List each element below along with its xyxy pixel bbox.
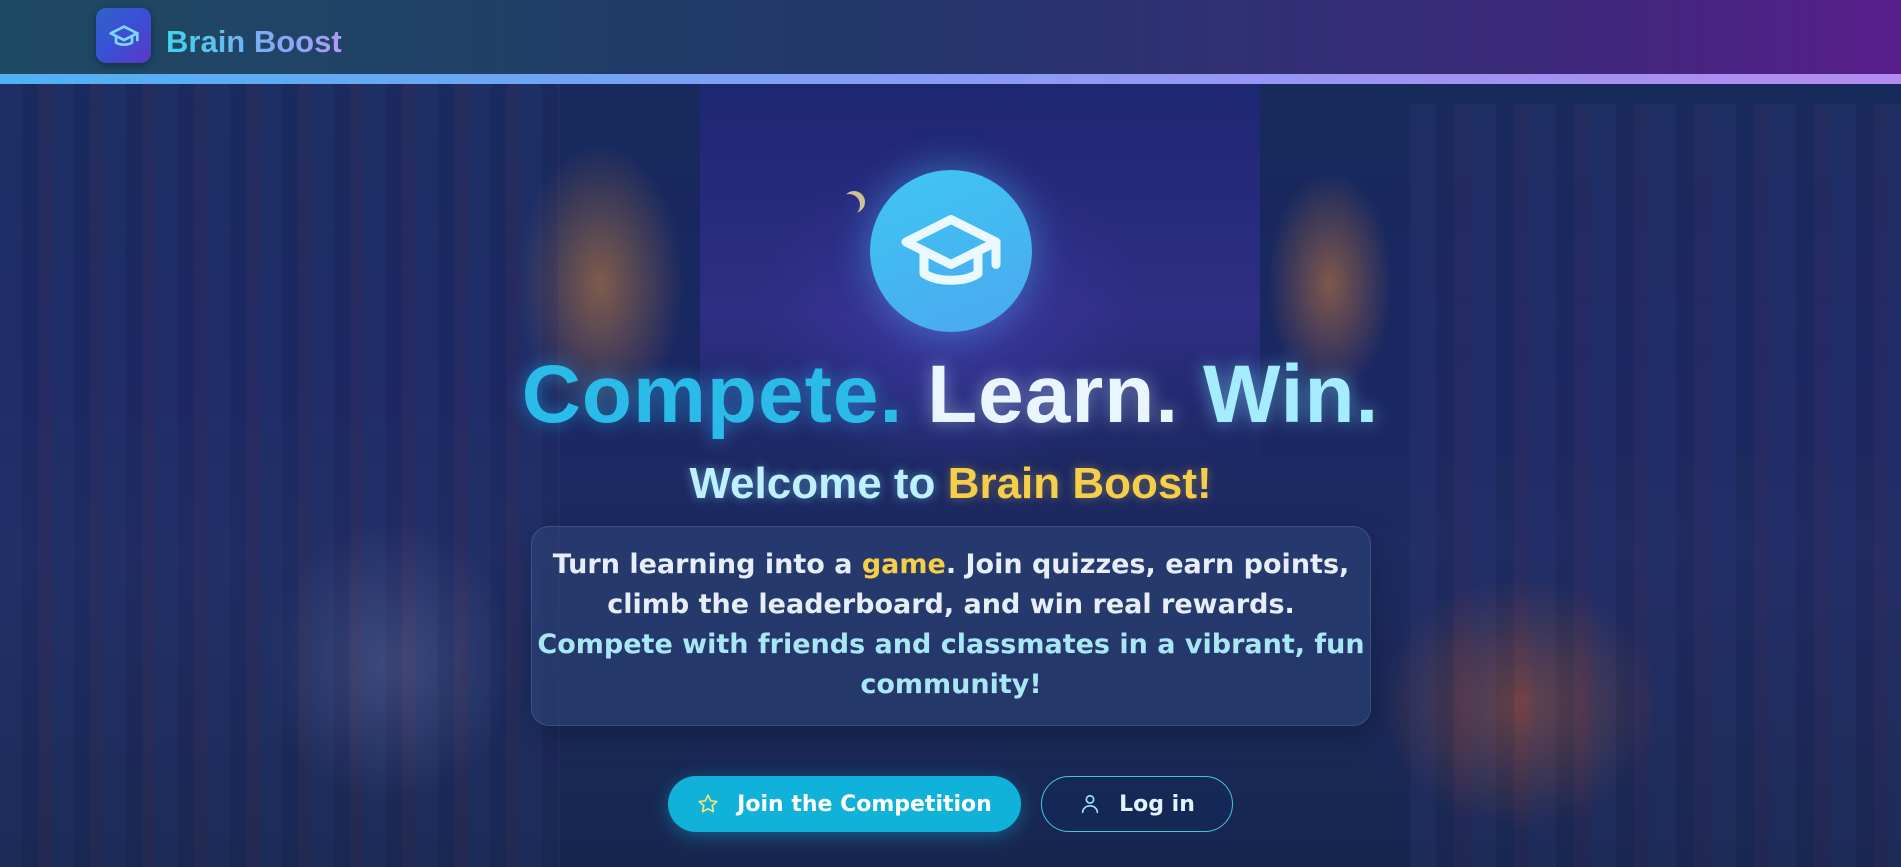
hero-logo [870, 170, 1032, 332]
headline-win: Win. [1202, 349, 1380, 440]
brand-name[interactable]: Brain Boost [166, 24, 342, 60]
graduation-cap-icon [901, 215, 1001, 285]
description-line-3: Compete with friends and classmates in a… [537, 629, 1365, 660]
headline-compete: Compete. [521, 349, 904, 440]
welcome-prefix: Welcome to [689, 459, 948, 508]
hero-headline: Compete. Learn. Win. [0, 350, 1901, 440]
login-button-label: Log in [1119, 791, 1195, 817]
brand-logo[interactable] [96, 8, 151, 63]
join-competition-button[interactable]: Join the Competition [668, 776, 1021, 832]
top-nav-bar: Brain Boost [0, 0, 1901, 74]
header-accent-bar [0, 74, 1901, 84]
headline-learn: Learn. [927, 349, 1180, 440]
welcome-brand: Brain Boost! [947, 459, 1212, 508]
description-highlight: game [861, 549, 946, 580]
description-line-1: Turn learning into a game. Join quizzes,… [532, 545, 1370, 585]
description-text: Turn learning into a [552, 549, 862, 580]
star-icon [697, 793, 719, 815]
user-icon [1079, 793, 1101, 815]
description-card: Turn learning into a game. Join quizzes,… [531, 526, 1371, 726]
join-button-label: Join the Competition [737, 791, 992, 817]
login-button[interactable]: Log in [1041, 776, 1233, 832]
description-line-2: climb the leaderboard, and win real rewa… [607, 589, 1295, 620]
description-line-4: community! [860, 669, 1042, 700]
description-text: . Join quizzes, earn points, [945, 549, 1350, 580]
welcome-heading: Welcome to Brain Boost! [0, 456, 1901, 512]
graduation-cap-icon [108, 24, 139, 46]
